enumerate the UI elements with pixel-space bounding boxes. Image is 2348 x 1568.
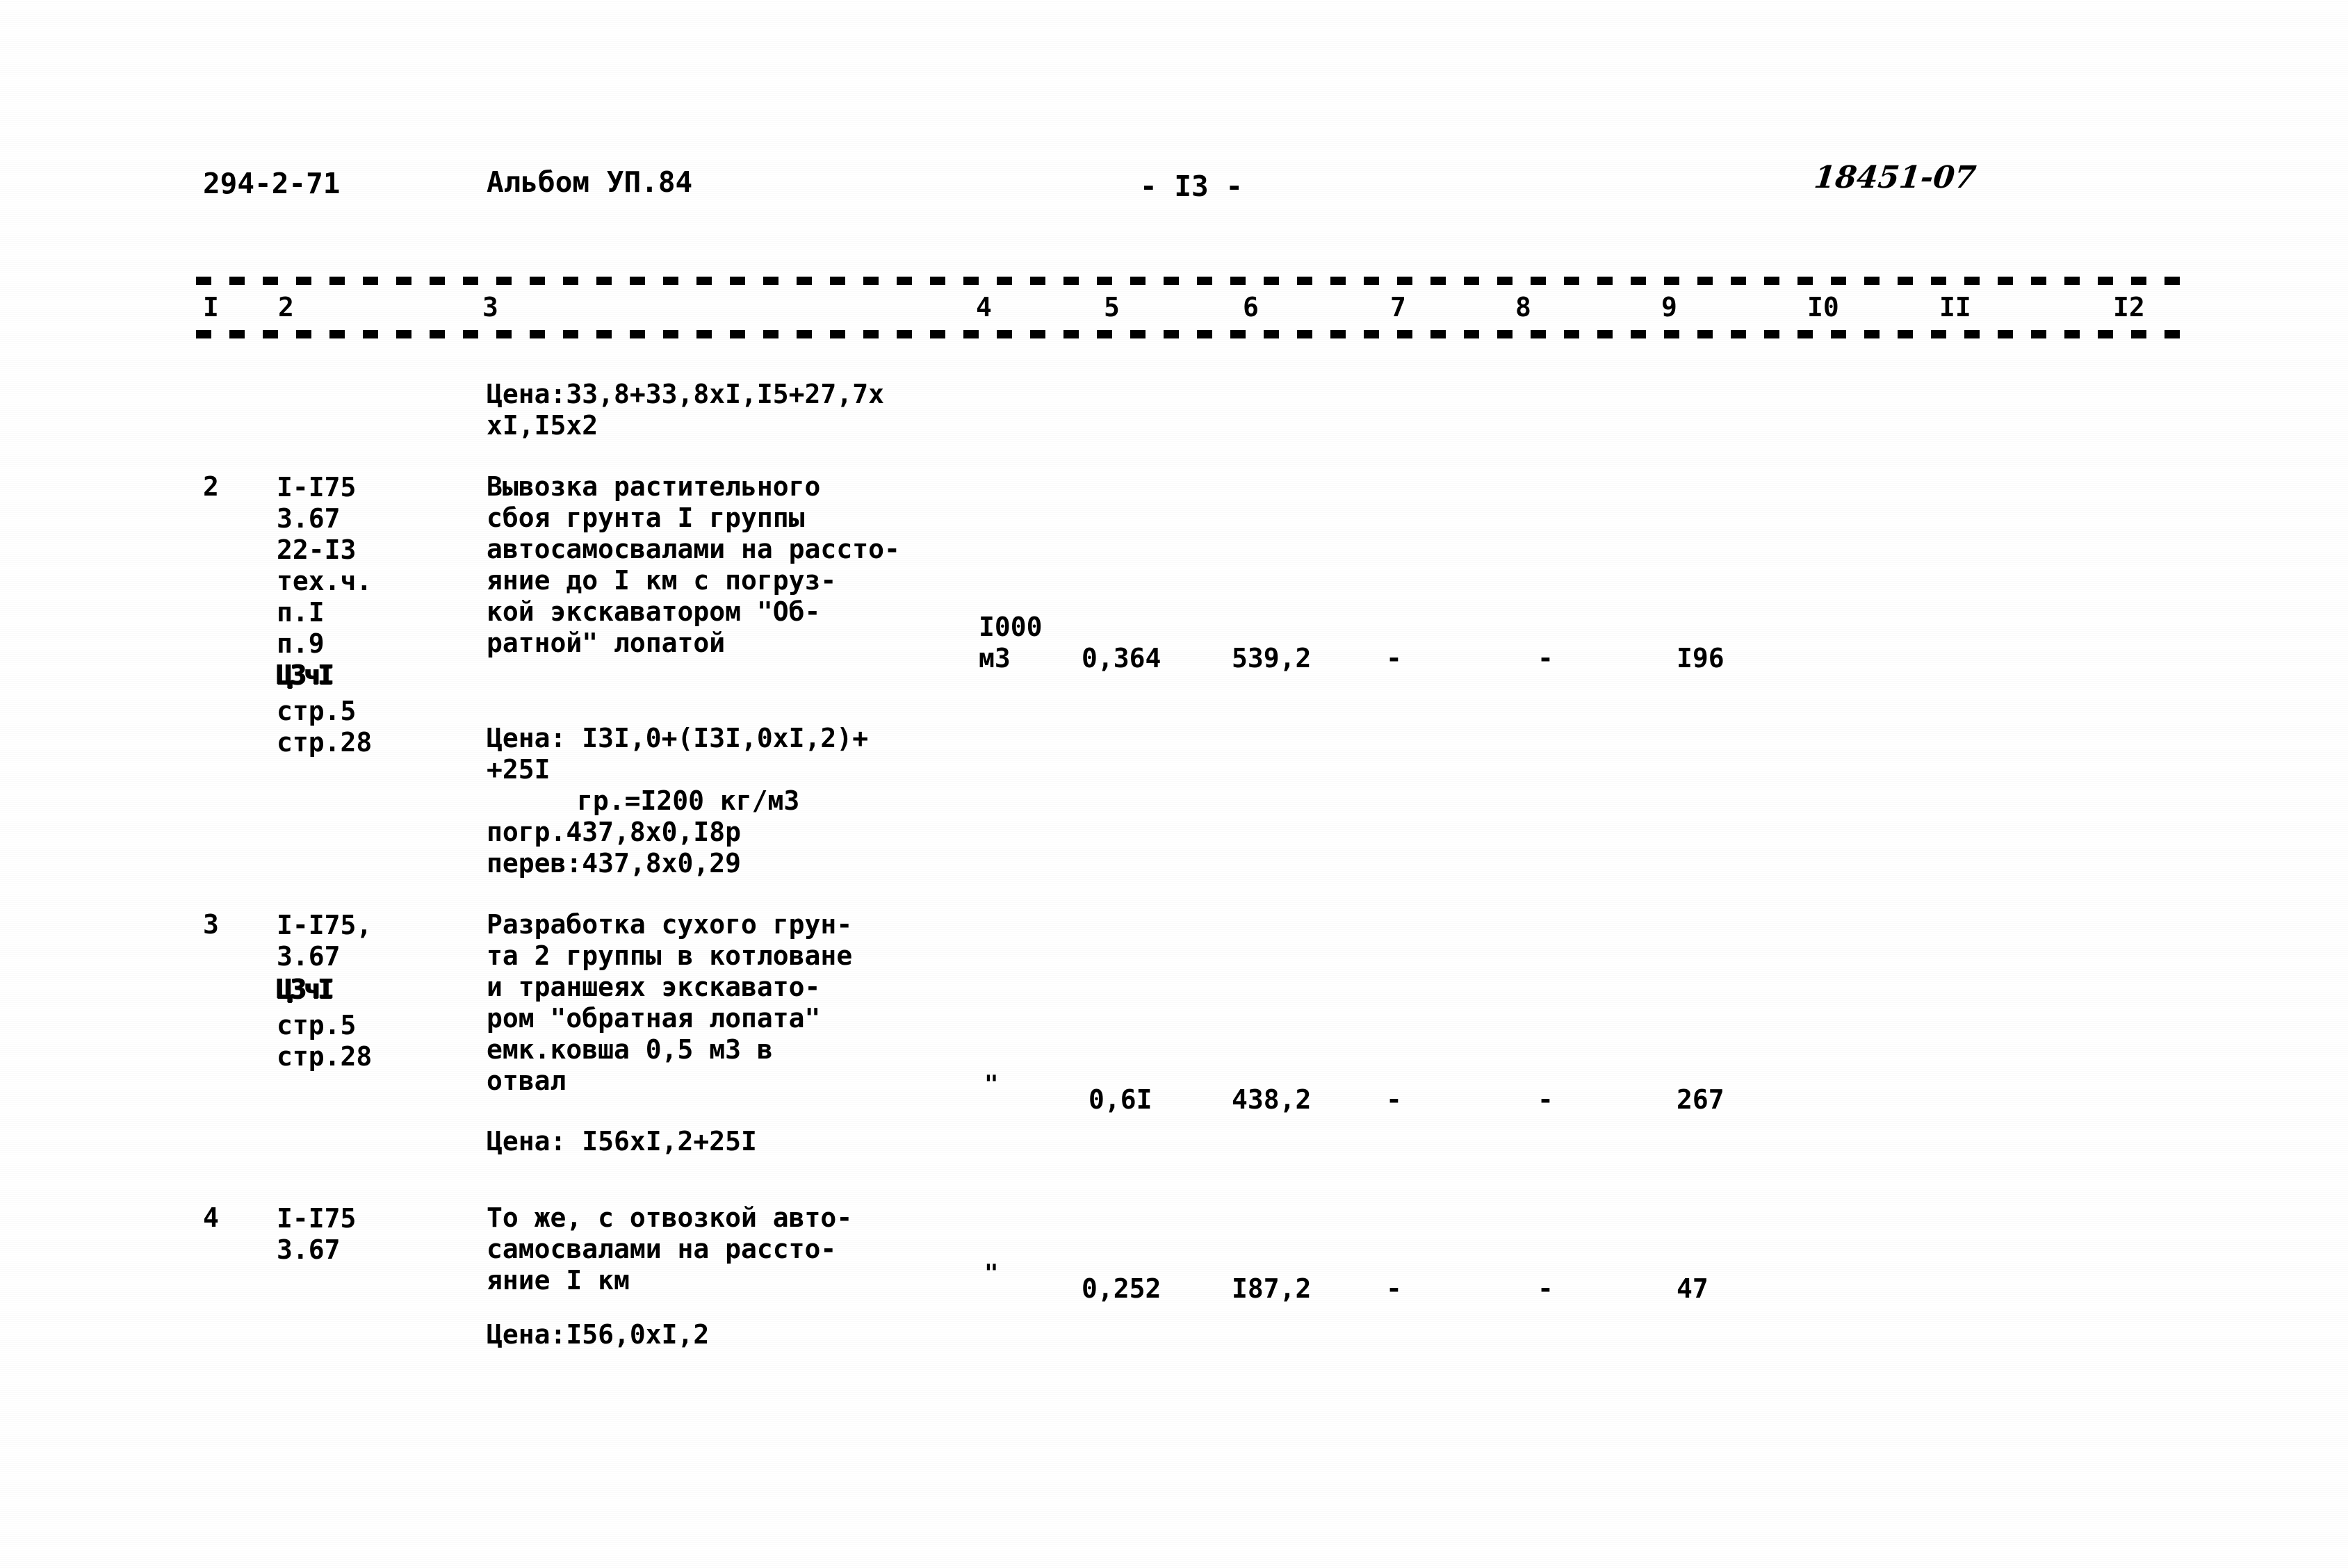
column-number-2: 2 <box>278 292 294 322</box>
table-rule-top <box>196 277 2198 285</box>
row-description-line: и траншеях экскавато- <box>487 972 821 1002</box>
row-value-col5: 0,6I <box>1089 1084 1152 1115</box>
row-value-col6: 539,2 <box>1232 643 1312 673</box>
row-code: стр.28 <box>277 727 373 758</box>
row-value-col5: 0,252 <box>1082 1273 1161 1304</box>
row-note-line: погр.437,8x0,I8р <box>487 817 742 847</box>
row-unit-ditto: " <box>984 1070 999 1098</box>
row-note-line: перев:437,8x0,29 <box>487 848 742 879</box>
row-number: 4 <box>203 1202 219 1233</box>
row-unit-ditto: " <box>984 1259 999 1287</box>
row-value-col9: 267 <box>1677 1084 1725 1115</box>
row-description-line: самосвалами на рассто- <box>487 1234 837 1264</box>
row-code: п.I <box>277 597 325 628</box>
carryover-note-line-1: Цена:33,8+33,8xI,I5+27,7x <box>487 379 884 409</box>
row-value-col7: - <box>1386 1084 1402 1115</box>
row-value-col5: 0,364 <box>1082 643 1161 673</box>
row-value-col9: 47 <box>1677 1273 1709 1304</box>
row-value-col7: - <box>1386 643 1402 673</box>
row-note-line: Цена: I3I,0+(I3I,0xI,2)+ <box>487 723 869 753</box>
row-code: Ц3чI <box>277 974 334 1004</box>
row-description-line: яние до I км с погруз- <box>487 565 837 596</box>
row-note-line: Цена:I56,0xI,2 <box>487 1319 710 1350</box>
column-number-10: I0 <box>1807 292 1839 322</box>
column-number-9: 9 <box>1661 292 1677 322</box>
row-code: Ц3чI <box>277 660 334 690</box>
row-description-line: сбоя грунта I группы <box>487 503 805 533</box>
column-number-12: I2 <box>2113 292 2145 322</box>
row-note-line: +25I <box>487 754 551 785</box>
row-code: 3.67 <box>277 503 341 534</box>
row-note-line: гр.=I200 кг/м3 <box>577 785 800 816</box>
row-code: 22-I3 <box>277 534 357 565</box>
row-unit-line-2: м3 <box>979 643 1011 673</box>
row-code: стр.5 <box>277 696 357 726</box>
row-description-line: автосамосвалами на рассто- <box>487 534 900 564</box>
row-code: I-I75 <box>277 472 357 503</box>
row-code: I-I75, <box>277 910 373 940</box>
row-code: стр.28 <box>277 1041 373 1072</box>
row-value-col7: - <box>1386 1273 1402 1304</box>
row-description-line: Вывозка растительного <box>487 471 821 502</box>
row-description-line: ром "обратная лопата" <box>487 1003 821 1034</box>
carryover-note-line-2: xI,I5x2 <box>487 410 598 441</box>
row-value-col8: - <box>1538 1273 1554 1304</box>
row-description-line: То же, с отвозкой авто- <box>487 1202 853 1233</box>
column-number-5: 5 <box>1104 292 1120 322</box>
row-description-line: кой экскаватором "Об- <box>487 596 821 627</box>
column-number-4: 4 <box>976 292 992 322</box>
table-rule-bottom <box>196 330 2198 338</box>
row-value-col9: I96 <box>1677 643 1725 673</box>
row-description-line: Разработка сухого грун- <box>487 909 853 940</box>
row-value-col6: I87,2 <box>1232 1273 1312 1304</box>
archive-stamp: 18451-07 <box>1812 160 1978 195</box>
column-number-8: 8 <box>1515 292 1531 322</box>
row-description-line: отвал <box>487 1065 566 1096</box>
row-code: п.9 <box>277 628 325 659</box>
row-description-line: емк.ковша 0,5 м3 в <box>487 1034 773 1065</box>
row-unit-line-1: I000 <box>979 612 1043 642</box>
row-code: I-I75 <box>277 1203 357 1234</box>
row-note-line: Цена: I56xI,2+25I <box>487 1126 757 1157</box>
album-label: Альбом УП.84 <box>487 165 693 199</box>
row-description-line: та 2 группы в котловане <box>487 940 853 971</box>
column-number-1: I <box>203 292 219 322</box>
row-code: стр.5 <box>277 1010 357 1040</box>
row-number: 3 <box>203 909 219 940</box>
scanned-page: 294-2-71 Альбом УП.84 - I3 - 18451-07 I … <box>0 0 2348 1568</box>
row-code: 3.67 <box>277 941 341 972</box>
page-number: - I3 - <box>1140 170 1244 203</box>
row-value-col8: - <box>1538 643 1554 673</box>
row-description-line: ратной" лопатой <box>487 628 726 658</box>
row-description-line: яние I км <box>487 1265 630 1296</box>
scan-grain-overlay <box>0 0 2348 1568</box>
column-number-7: 7 <box>1390 292 1406 322</box>
column-number-3: 3 <box>482 292 498 322</box>
row-value-col8: - <box>1538 1084 1554 1115</box>
row-value-col6: 438,2 <box>1232 1084 1312 1115</box>
column-number-6: 6 <box>1243 292 1259 322</box>
row-number: 2 <box>203 471 219 502</box>
document-code: 294-2-71 <box>203 167 341 200</box>
column-number-11: II <box>1939 292 1971 322</box>
row-code: тех.ч. <box>277 566 373 596</box>
row-code: 3.67 <box>277 1234 341 1265</box>
